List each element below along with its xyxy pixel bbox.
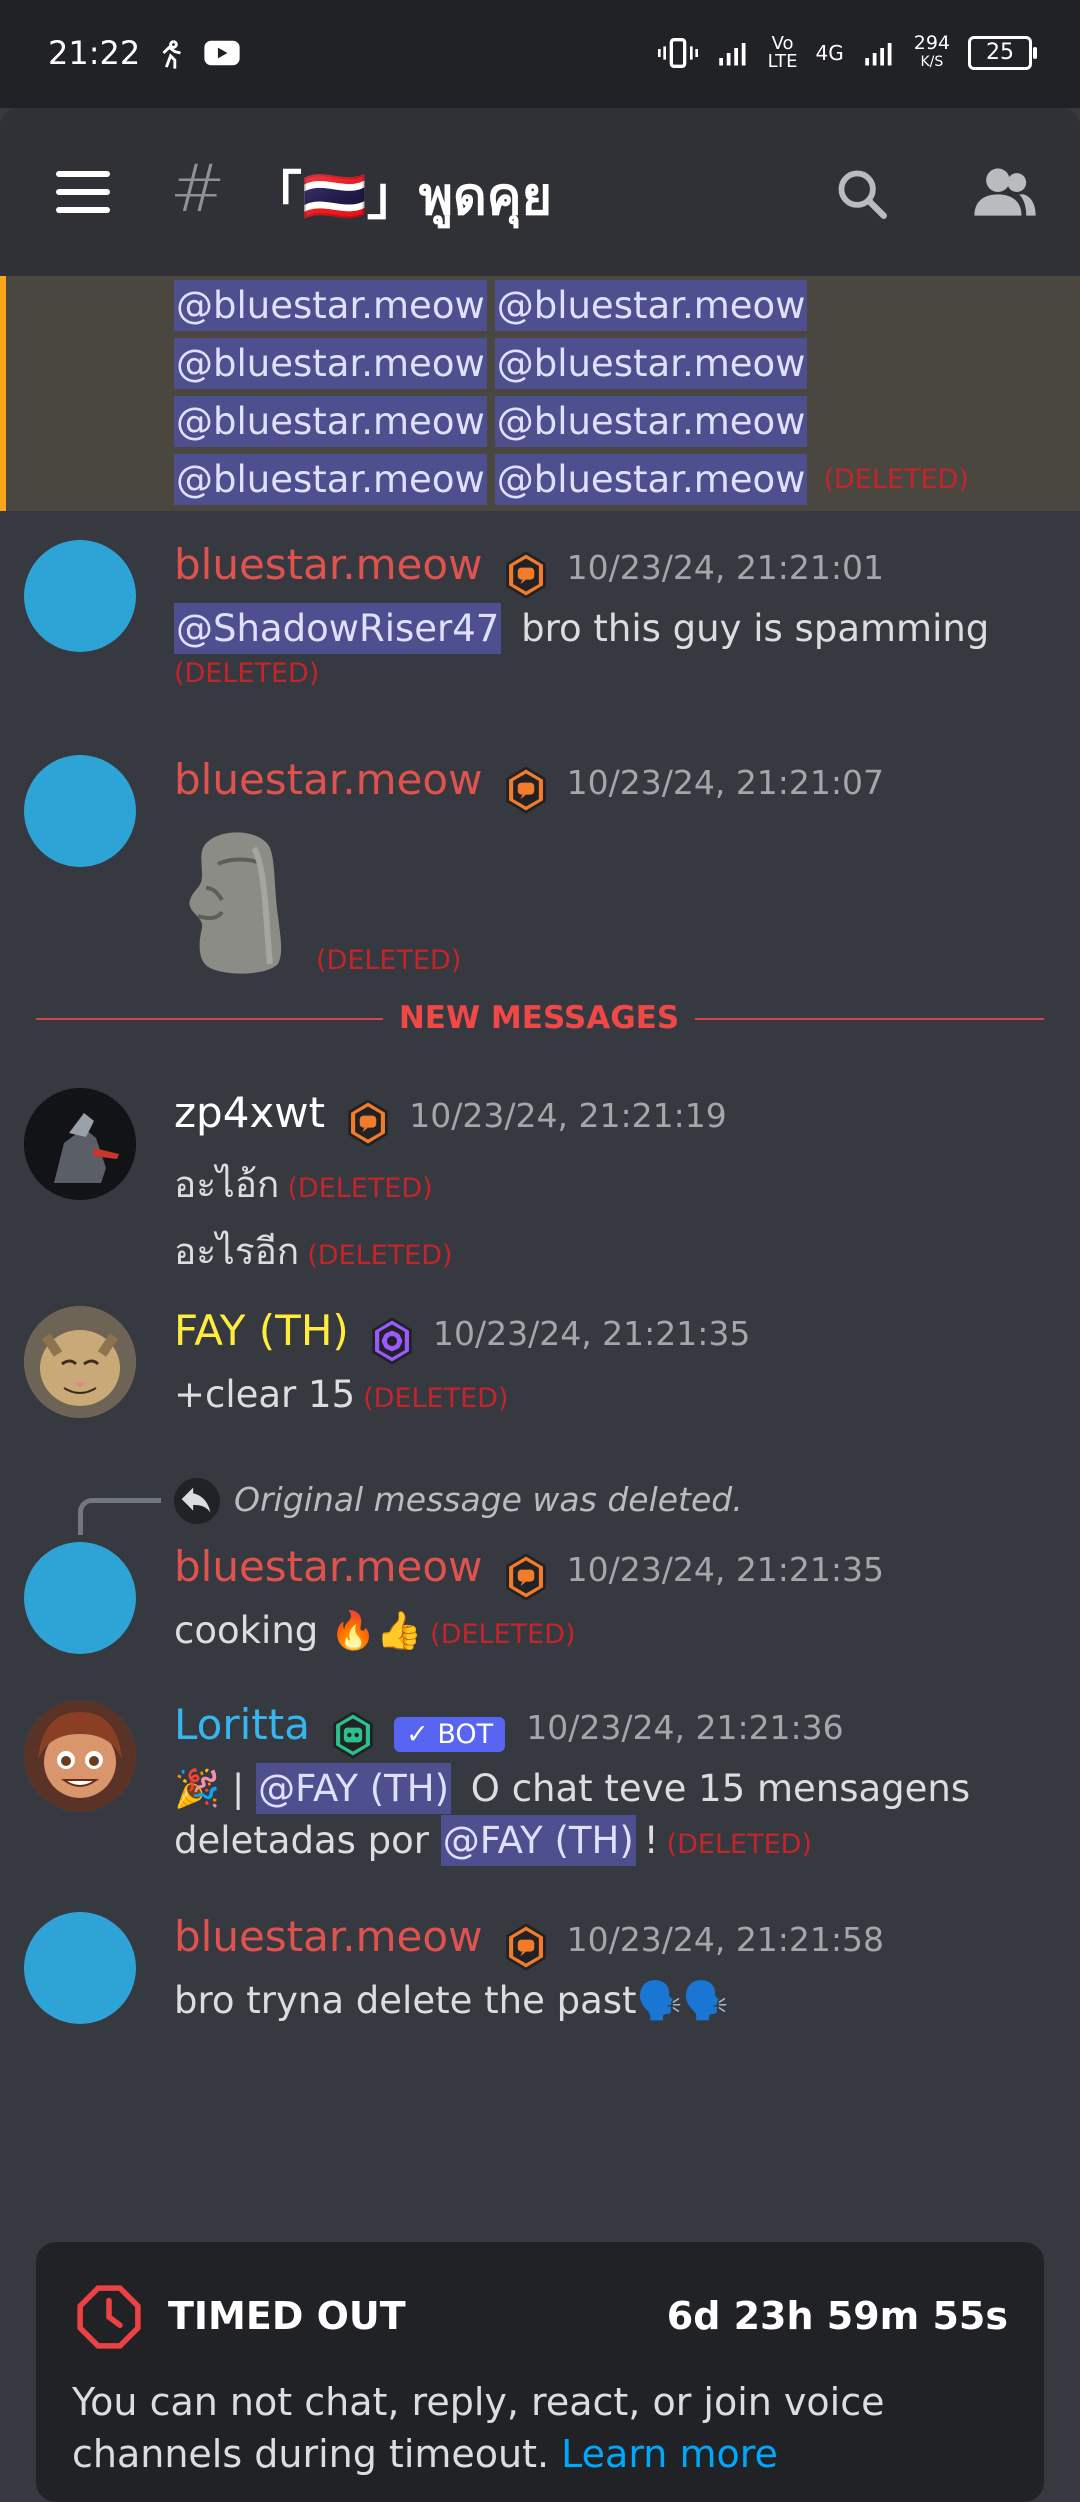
reply-connector: [78, 1498, 161, 1535]
status-bar: 21:22 Vo LTE 4G 294 K/S 25: [0, 0, 1080, 108]
network-4g: 4G: [815, 41, 844, 65]
timeout-panel: TIMED OUT 6d 23h 59m 55s You can not cha…: [36, 2242, 1044, 2502]
volte-indicator: Vo LTE: [768, 35, 798, 71]
username[interactable]: Loritta: [174, 1700, 310, 1749]
mention[interactable]: @FAY (TH): [256, 1762, 452, 1814]
message-text: +clear 15: [174, 1372, 356, 1416]
net-speed-unit: K/S: [920, 54, 944, 70]
net-speed: 294 K/S: [914, 34, 950, 72]
status-right-icons: Vo LTE 4G 294 K/S 25: [657, 34, 1037, 72]
deleted-tag: (DELETED): [363, 1382, 509, 1414]
username[interactable]: bluestar.meow: [174, 540, 482, 589]
avatar[interactable]: [24, 540, 136, 652]
deleted-tag: (DELETED): [823, 463, 969, 495]
new-messages-label: NEW MESSAGES: [383, 1000, 695, 1036]
message-text: 🎉 |: [174, 1766, 257, 1810]
timestamp: 10/23/24, 21:21:58: [566, 1920, 885, 1959]
timestamp: 10/23/24, 21:21:19: [409, 1096, 727, 1135]
username[interactable]: FAY (TH): [174, 1306, 349, 1355]
status-left-icons: [155, 36, 241, 70]
timestamp: 10/23/24, 21:21:35: [432, 1314, 751, 1353]
mention[interactable]: @FAY (TH): [440, 1814, 636, 1866]
mention[interactable]: @bluestar.meow: [174, 453, 487, 505]
members-icon[interactable]: [972, 163, 1038, 221]
deleted-tag: (DELETED): [666, 1828, 812, 1860]
avatar[interactable]: [24, 1088, 136, 1200]
message-text: deletadas por: [174, 1818, 441, 1862]
signal-icon-2: [864, 43, 892, 66]
message-text: bro tryna delete the past🗣️🗣️: [174, 1978, 729, 2022]
message-text: cooking 🔥👍: [174, 1608, 423, 1652]
chat-badge-icon: [348, 1098, 388, 1147]
youtube-icon: [204, 40, 240, 66]
moai-emoji-icon[interactable]: [174, 828, 294, 978]
avatar[interactable]: [24, 1542, 136, 1654]
learn-more-link[interactable]: Learn more: [561, 2432, 778, 2476]
net-speed-value: 294: [913, 32, 950, 54]
mention[interactable]: @ShadowRiser47: [174, 602, 502, 654]
bot-tag-label: BOT: [437, 1719, 494, 1750]
avatar-image: [24, 1306, 136, 1418]
username[interactable]: bluestar.meow: [174, 1542, 482, 1591]
timestamp: 10/23/24, 21:21:36: [526, 1708, 844, 1747]
status-time: 21:22: [48, 34, 141, 72]
settings-badge-icon: [372, 1316, 412, 1365]
avatar[interactable]: [24, 755, 136, 867]
deleted-tag: (DELETED): [430, 1618, 576, 1650]
deleted-tag: (DELETED): [316, 944, 462, 976]
deleted-tag: (DELETED): [174, 657, 320, 689]
avatar[interactable]: [24, 1306, 136, 1418]
hash-icon: #: [170, 150, 226, 227]
mention[interactable]: @bluestar.meow: [494, 395, 808, 447]
mention[interactable]: @bluestar.meow: [174, 279, 487, 331]
avatar[interactable]: [24, 1700, 136, 1812]
message-text: bro this guy is spamming: [509, 606, 990, 650]
deleted-tag: (DELETED): [307, 1239, 453, 1271]
timer-icon: [77, 2285, 141, 2349]
reply-icon: [174, 1478, 220, 1524]
mention[interactable]: @bluestar.meow: [494, 453, 808, 505]
reply-preview[interactable]: Original message was deleted.: [234, 1480, 743, 1519]
chat-badge-icon: [505, 765, 546, 814]
avatar-image: [24, 1088, 136, 1200]
activity-icon: [162, 40, 181, 69]
mention[interactable]: @bluestar.meow: [494, 337, 808, 389]
mention[interactable]: @bluestar.meow: [174, 395, 487, 447]
avatar[interactable]: [24, 1912, 136, 2024]
username[interactable]: bluestar.meow: [174, 755, 482, 804]
volte-lte: LTE: [767, 51, 798, 72]
channel-name: 「🇹🇭」พูดคุย: [250, 167, 553, 227]
message-text: !: [643, 1818, 659, 1862]
bot-tag: ✓ BOT: [394, 1717, 506, 1752]
channel-header: # 「🇹🇭」พูดคุย: [0, 108, 1080, 276]
message-text: อะไอ้ก: [174, 1162, 280, 1206]
timestamp: 10/23/24, 21:21:35: [566, 1550, 885, 1589]
mention[interactable]: @bluestar.meow: [494, 279, 808, 331]
mention[interactable]: @bluestar.meow: [174, 337, 487, 389]
timeout-title: TIMED OUT: [168, 2294, 406, 2338]
username[interactable]: zp4xwt: [174, 1088, 325, 1137]
timestamp: 10/23/24, 21:21:07: [566, 763, 885, 802]
battery-icon: 25: [968, 36, 1037, 70]
menu-icon[interactable]: [56, 171, 110, 213]
mention-list: @bluestar.meow @bluestar.meow @bluestar.m…: [174, 276, 969, 508]
vibrate-icon: [657, 38, 698, 68]
bot-badge-icon: [333, 1710, 373, 1759]
timeout-description: You can not chat, reply, react, or join …: [72, 2376, 1022, 2480]
message-text: O chat teve 15 mensagens: [459, 1766, 971, 1810]
chat-badge-icon: [505, 550, 546, 599]
chat-badge-icon: [505, 1552, 546, 1601]
deleted-tag: (DELETED): [287, 1172, 433, 1204]
username[interactable]: bluestar.meow: [174, 1912, 482, 1961]
timeout-remaining: 6d 23h 59m 55s: [666, 2294, 1008, 2338]
avatar-image: [24, 1700, 136, 1812]
chat-badge-icon: [505, 1922, 546, 1971]
signal-icon: [718, 43, 746, 66]
message-text: อะไรอีก: [174, 1229, 300, 1273]
search-icon[interactable]: [833, 165, 891, 223]
timestamp: 10/23/24, 21:21:01: [566, 548, 885, 587]
